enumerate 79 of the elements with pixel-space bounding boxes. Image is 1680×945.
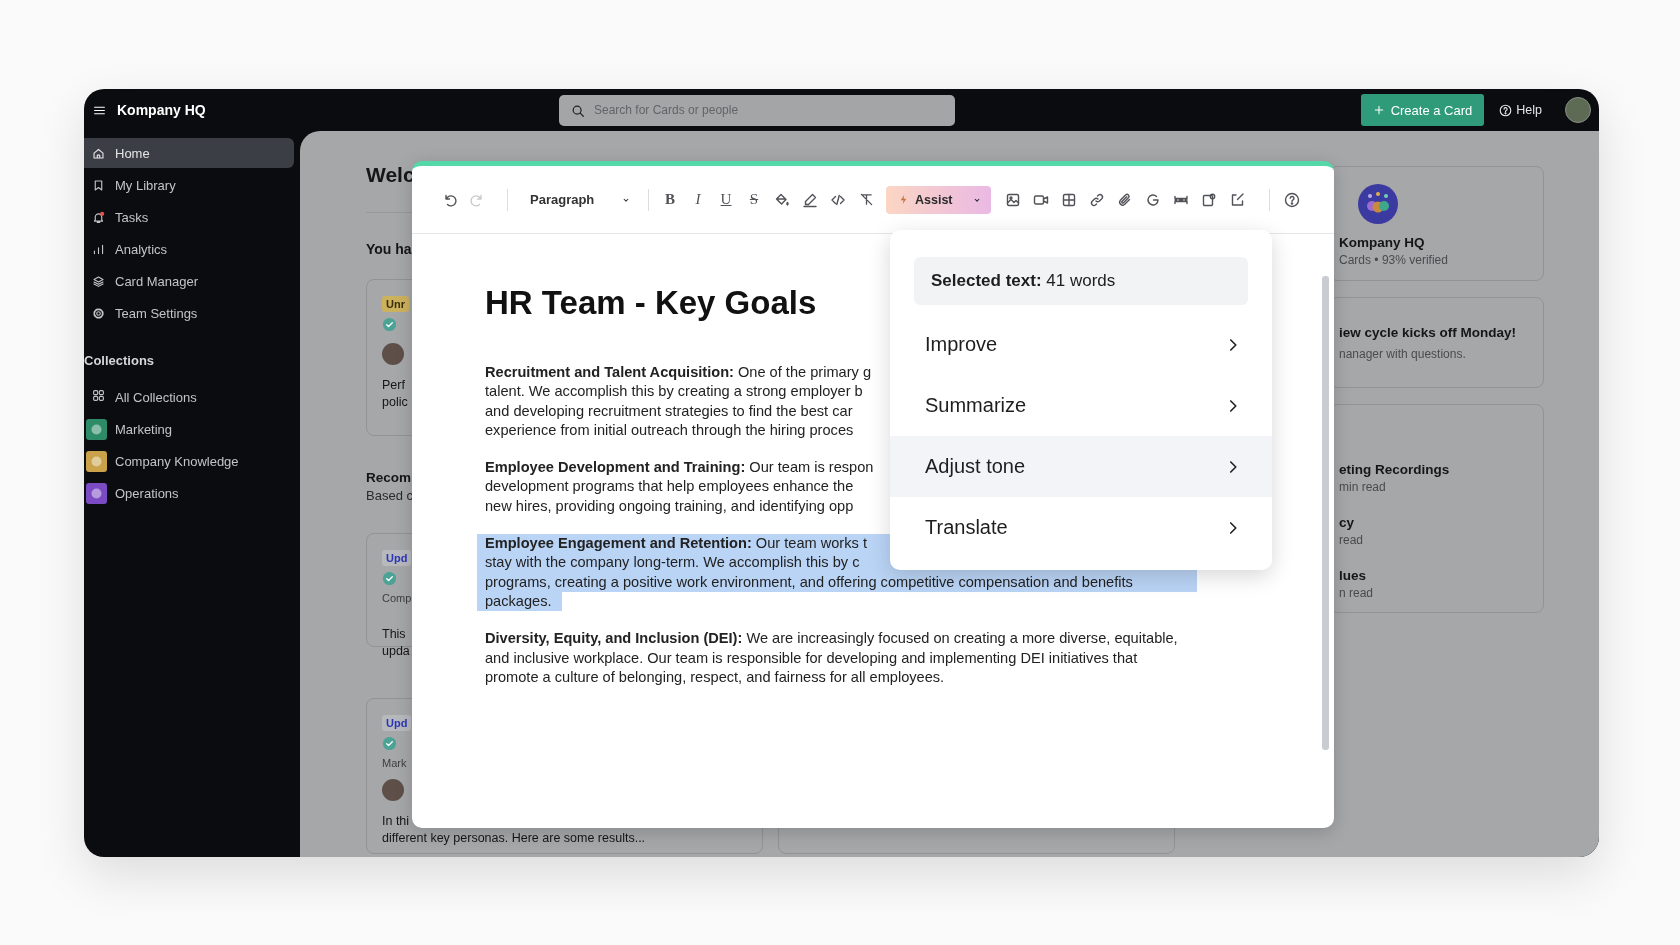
- status-badge: Upd: [382, 715, 412, 731]
- strikethrough-button[interactable]: S: [740, 191, 768, 208]
- paragraph-style-dropdown[interactable]: Paragraph: [530, 192, 632, 207]
- help-link[interactable]: Help: [1499, 103, 1542, 117]
- home-icon: [92, 146, 105, 160]
- bookmark-icon: [92, 178, 105, 192]
- sidebar-item[interactable]: Analytics: [84, 234, 294, 264]
- status-badge: Upd: [382, 550, 412, 566]
- announcement-title: iew cycle kicks off Monday!: [1339, 324, 1518, 342]
- collection-item[interactable]: Operations: [84, 477, 294, 509]
- collection-item[interactable]: Company Knowledge: [84, 445, 294, 477]
- page-heading: Welc: [366, 162, 415, 188]
- collections-heading: Collections: [84, 353, 156, 369]
- selection-summary: Selected text: 41 words: [914, 257, 1248, 305]
- reading-title[interactable]: lues: [1339, 567, 1543, 585]
- lightning-icon: [898, 194, 909, 205]
- verified-check-icon: [382, 736, 397, 751]
- image-icon[interactable]: [1005, 191, 1021, 208]
- section-title: Recom: [366, 469, 411, 487]
- bold-button[interactable]: B: [656, 191, 684, 208]
- sidebar-item[interactable]: Card Manager: [84, 266, 294, 296]
- reading-time: read: [1339, 532, 1365, 548]
- user-avatar[interactable]: [1565, 97, 1591, 123]
- body-paragraph: Employee Development and Training: Our team is respon development programs that help employees enhance the new hires, providing ongoing training, and identifying opp: [485, 458, 874, 516]
- grid-icon: [92, 389, 105, 402]
- paperclip-icon[interactable]: [1117, 191, 1133, 208]
- collection-title: Kompany HQ: [1339, 234, 1426, 252]
- menu-item[interactable]: Adjust tone: [890, 436, 1272, 497]
- menu-item[interactable]: Improve: [890, 314, 1272, 375]
- section-subtitle: Based c: [366, 487, 413, 505]
- sidebar-item[interactable]: Home: [84, 138, 294, 168]
- card-meta: Mark: [382, 757, 407, 769]
- help-icon: [1499, 103, 1513, 117]
- bar-chart-icon: [92, 242, 105, 256]
- collection-item[interactable]: All Collections: [84, 381, 294, 413]
- body-paragraph: Diversity, Equity, and Inclusion (DEI): We are increasingly focused on creating a more diverse, equitable, and inclusive workplace. Our team is responsible for developing and implementing DEI initiatives that promote a culture of belonging, respect, and fairness for all employees.: [485, 629, 1178, 687]
- card-excerpt: Perf polic: [382, 377, 408, 411]
- document-title: HR Team - Key Goals: [485, 283, 818, 323]
- card-excerpt: This upda: [382, 626, 410, 660]
- author-avatar: [382, 779, 404, 801]
- underline-button[interactable]: U: [712, 191, 740, 208]
- reading-title[interactable]: cy: [1339, 514, 1543, 532]
- collection-item[interactable]: Marketing: [84, 413, 294, 445]
- settings-icon: [92, 306, 105, 320]
- help-icon[interactable]: [1284, 191, 1300, 208]
- sidebar-item[interactable]: Tasks: [84, 202, 294, 232]
- italic-button[interactable]: I: [684, 191, 712, 208]
- status-badge: Unr: [382, 296, 409, 312]
- menu-item[interactable]: Summarize: [890, 375, 1272, 436]
- edit-icon[interactable]: [1229, 191, 1245, 208]
- clear-format-icon[interactable]: [858, 192, 874, 207]
- reading-time: n read: [1339, 585, 1375, 601]
- sidebar-item[interactable]: Team Settings: [84, 298, 294, 328]
- reading-title[interactable]: eting Recordings: [1339, 461, 1543, 479]
- scrollbar[interactable]: [1322, 276, 1329, 750]
- section-label: You ha: [366, 240, 412, 258]
- verified-check-icon: [382, 571, 397, 586]
- sidebar-item[interactable]: My Library: [84, 170, 294, 200]
- fill-color-icon[interactable]: [774, 191, 790, 208]
- layers-icon: [92, 274, 105, 288]
- highlighter-icon[interactable]: [802, 191, 818, 208]
- collection-stats: Cards • 93% verified: [1339, 252, 1449, 268]
- body-paragraph: Recruitment and Talent Acquisition: One of the primary g talent. We accomplish this by creating a strong employer b and developing recruitment strategies to find the best car experience from initial outreach through the hiring proces: [485, 363, 871, 440]
- card-meta: Comp: [382, 592, 412, 604]
- card-settings-icon[interactable]: [1201, 191, 1217, 208]
- announcement-text: nanager with questions.: [1339, 346, 1467, 363]
- verified-check-icon: [382, 317, 397, 332]
- link-icon[interactable]: [1089, 191, 1105, 208]
- search-field[interactable]: Search for Cards or people: [559, 94, 955, 126]
- team-logo-icon: [1358, 184, 1398, 224]
- author-avatar: [382, 343, 404, 365]
- plus-icon: [1372, 104, 1385, 116]
- app-title: Kompany HQ: [117, 102, 206, 118]
- card-excerpt: In thi different key personas. Here are some results...: [382, 813, 646, 847]
- g-icon[interactable]: [1145, 191, 1161, 208]
- assist-button[interactable]: Assist: [886, 185, 991, 214]
- search-icon: [571, 103, 585, 118]
- table-icon[interactable]: [1061, 191, 1077, 208]
- reading-time: min read: [1339, 479, 1387, 495]
